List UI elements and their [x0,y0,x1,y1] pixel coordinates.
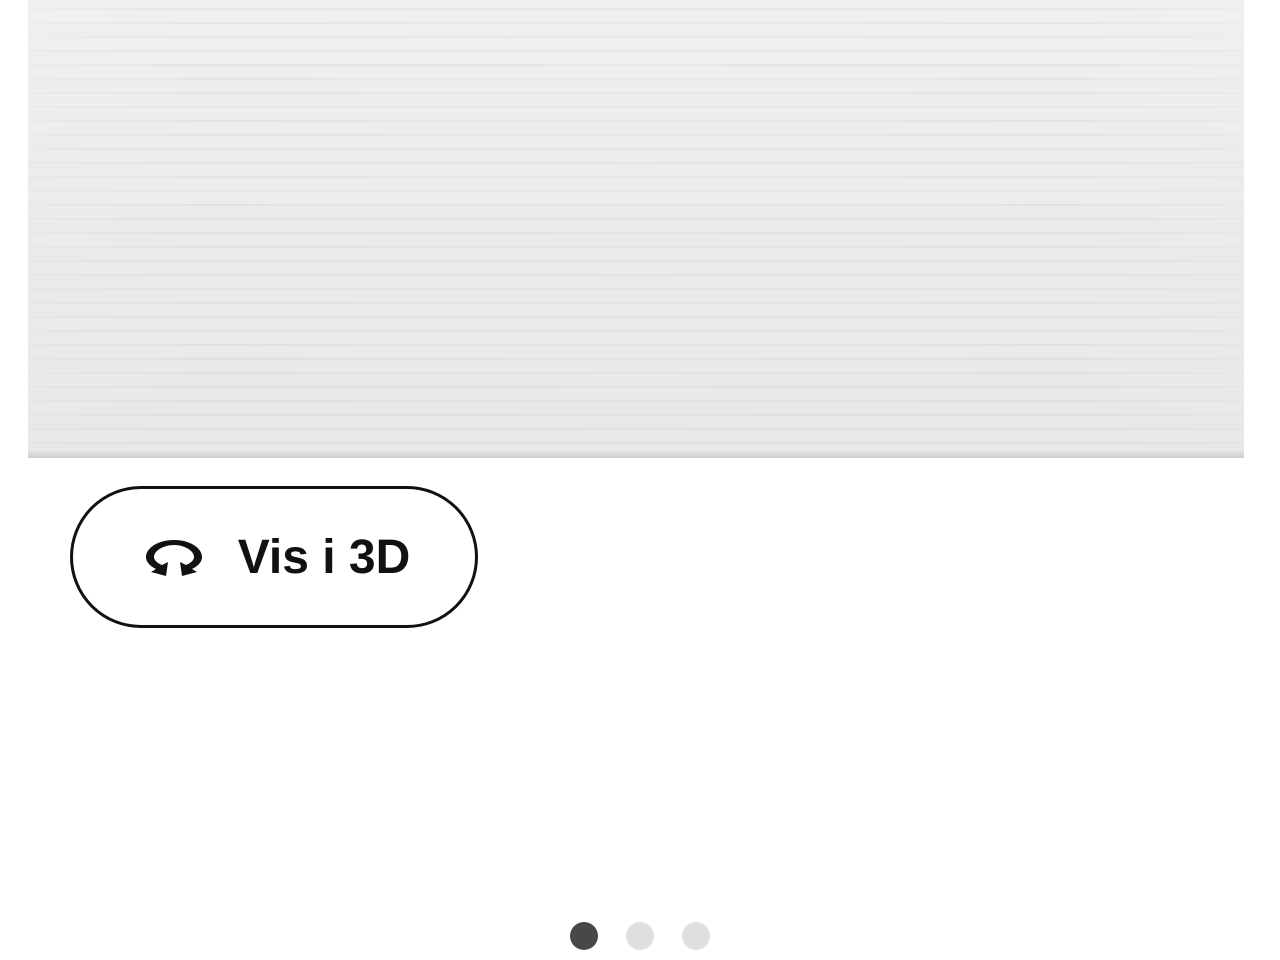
rotate-3d-icon [138,534,210,580]
view-3d-button[interactable]: Vis i 3D [70,486,478,628]
carousel-dot-3[interactable] [682,922,710,950]
product-image[interactable] [28,0,1244,458]
carousel-dot-2[interactable] [626,922,654,950]
carousel-dot-1[interactable] [570,922,598,950]
carousel-dots [570,922,710,950]
view-3d-label: Vis i 3D [238,530,411,585]
